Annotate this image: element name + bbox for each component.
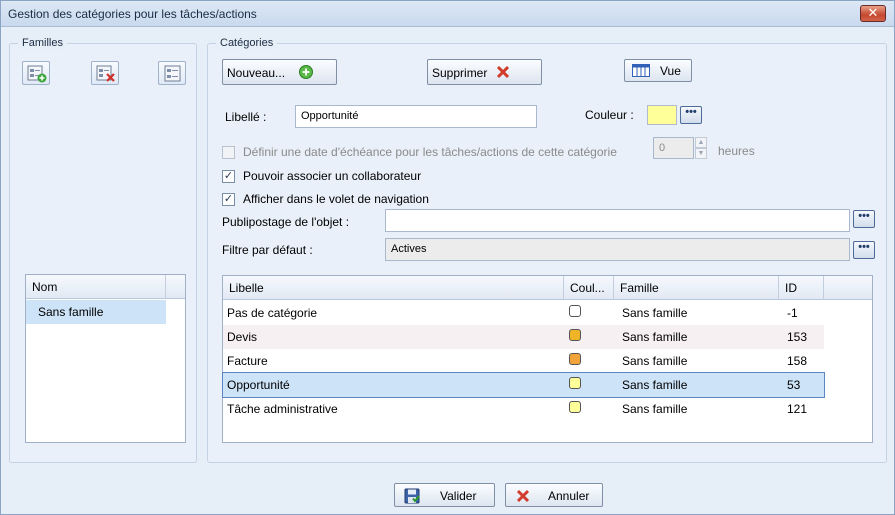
label-field-label: Libellé : xyxy=(225,110,267,124)
cancel-button[interactable]: Annuler xyxy=(505,483,603,507)
families-group-label: Familles xyxy=(18,37,67,49)
column-header-famille[interactable]: Famille xyxy=(614,276,779,300)
families-group: Familles Nom Sans famille xyxy=(9,37,197,463)
add-circle-icon xyxy=(299,65,313,79)
navigation-label: Afficher dans le volet de navigation xyxy=(243,192,429,206)
category-row[interactable]: Devis Sans famille 153 xyxy=(223,325,824,349)
category-famille: Sans famille xyxy=(622,354,688,368)
view-label: Vue xyxy=(660,64,681,78)
category-libelle: Pas de catégorie xyxy=(227,306,318,320)
due-date-hours-input[interactable]: 0 xyxy=(653,137,694,159)
mailing-label: Publipostage de l'objet : xyxy=(222,215,350,229)
edit-family-icon xyxy=(164,65,181,82)
column-header-id[interactable]: ID xyxy=(779,276,824,300)
title-bar: Gestion des catégories pour les tâches/a… xyxy=(1,1,894,27)
category-color-swatch xyxy=(569,401,581,413)
edit-family-button[interactable] xyxy=(158,61,186,85)
add-family-icon xyxy=(27,65,47,83)
filter-picker-button[interactable]: ••• xyxy=(853,241,875,259)
color-picker-button[interactable]: ••• xyxy=(680,106,702,124)
categories-group-label: Catégories xyxy=(216,37,278,49)
category-id: -1 xyxy=(787,306,798,320)
categories-group: Catégories Nouveau... Supprimer Vue Libe… xyxy=(207,37,887,463)
category-famille: Sans famille xyxy=(622,306,688,320)
category-row[interactable]: Opportunité Sans famille 53 xyxy=(222,372,825,398)
category-manager-dialog: Gestion des catégories pour les tâches/a… xyxy=(0,0,895,515)
category-color-swatch xyxy=(569,353,581,365)
category-id: 158 xyxy=(787,354,808,368)
column-header-libelle[interactable]: Libelle xyxy=(223,276,564,300)
spin-up-icon[interactable]: ▲ xyxy=(695,137,707,148)
category-id: 53 xyxy=(787,378,801,392)
categories-grid-header: Libelle Coul... Famille ID xyxy=(223,276,872,300)
add-family-button[interactable] xyxy=(22,61,50,85)
new-category-label: Nouveau... xyxy=(227,66,286,80)
spin-down-icon[interactable]: ▼ xyxy=(695,148,707,159)
filter-label: Filtre par défaut : xyxy=(222,243,313,257)
collaborator-checkbox[interactable]: ✓ xyxy=(222,170,235,183)
save-disk-icon xyxy=(404,488,420,504)
column-header-couleur[interactable]: Coul... xyxy=(564,276,614,300)
category-libelle: Tâche administrative xyxy=(227,402,338,416)
color-field-label: Couleur : xyxy=(585,108,634,122)
category-libelle: Facture xyxy=(227,354,268,368)
family-name: Sans famille xyxy=(38,305,104,319)
column-header-nom[interactable]: Nom xyxy=(26,275,166,299)
color-swatch[interactable] xyxy=(647,105,677,125)
mailing-input[interactable] xyxy=(385,209,850,232)
category-color-swatch xyxy=(569,329,581,341)
filter-input[interactable]: Actives xyxy=(385,238,850,261)
validate-label: Valider xyxy=(440,489,477,503)
delete-category-button[interactable]: Supprimer xyxy=(427,59,542,85)
category-libelle: Devis xyxy=(227,330,258,344)
category-row[interactable]: Pas de catégorie Sans famille -1 xyxy=(223,301,824,325)
family-row-selected[interactable]: Sans famille xyxy=(26,300,166,324)
columns-view-icon xyxy=(632,64,650,77)
category-libelle: Opportunité xyxy=(227,378,290,392)
delete-family-button[interactable] xyxy=(91,61,119,85)
delete-family-icon xyxy=(96,65,115,82)
view-button[interactable]: Vue xyxy=(624,59,692,82)
due-date-unit: heures xyxy=(718,144,755,158)
cancel-label: Annuler xyxy=(548,489,590,503)
category-row[interactable]: Facture Sans famille 158 xyxy=(223,349,824,373)
category-color-swatch xyxy=(569,377,581,389)
due-date-label: Définir une date d'échéance pour les tâc… xyxy=(243,145,617,159)
close-button[interactable]: ✕ xyxy=(860,5,886,22)
category-famille: Sans famille xyxy=(622,330,688,344)
due-date-checkbox[interactable] xyxy=(222,146,235,159)
collaborator-label: Pouvoir associer un collaborateur xyxy=(243,169,422,183)
category-famille: Sans famille xyxy=(622,402,688,416)
delete-x-icon xyxy=(496,65,510,79)
category-row[interactable]: Tâche administrative Sans famille 121 xyxy=(223,397,824,421)
families-grid-header: Nom xyxy=(26,275,185,299)
category-id: 121 xyxy=(787,402,808,416)
mailing-picker-button[interactable]: ••• xyxy=(853,210,875,228)
new-category-button[interactable]: Nouveau... xyxy=(222,59,337,85)
category-color-swatch xyxy=(569,305,581,317)
cancel-x-icon xyxy=(516,489,530,503)
window-title: Gestion des catégories pour les tâches/a… xyxy=(8,7,257,21)
delete-category-label: Supprimer xyxy=(432,66,488,80)
category-famille: Sans famille xyxy=(622,378,688,392)
category-id: 153 xyxy=(787,330,808,344)
families-grid: Nom Sans famille xyxy=(25,274,186,443)
categories-grid: Libelle Coul... Famille ID Pas de catégo… xyxy=(222,275,873,443)
validate-button[interactable]: Valider xyxy=(394,483,495,507)
label-input[interactable]: Opportunité xyxy=(295,105,537,128)
navigation-checkbox[interactable]: ✓ xyxy=(222,193,235,206)
